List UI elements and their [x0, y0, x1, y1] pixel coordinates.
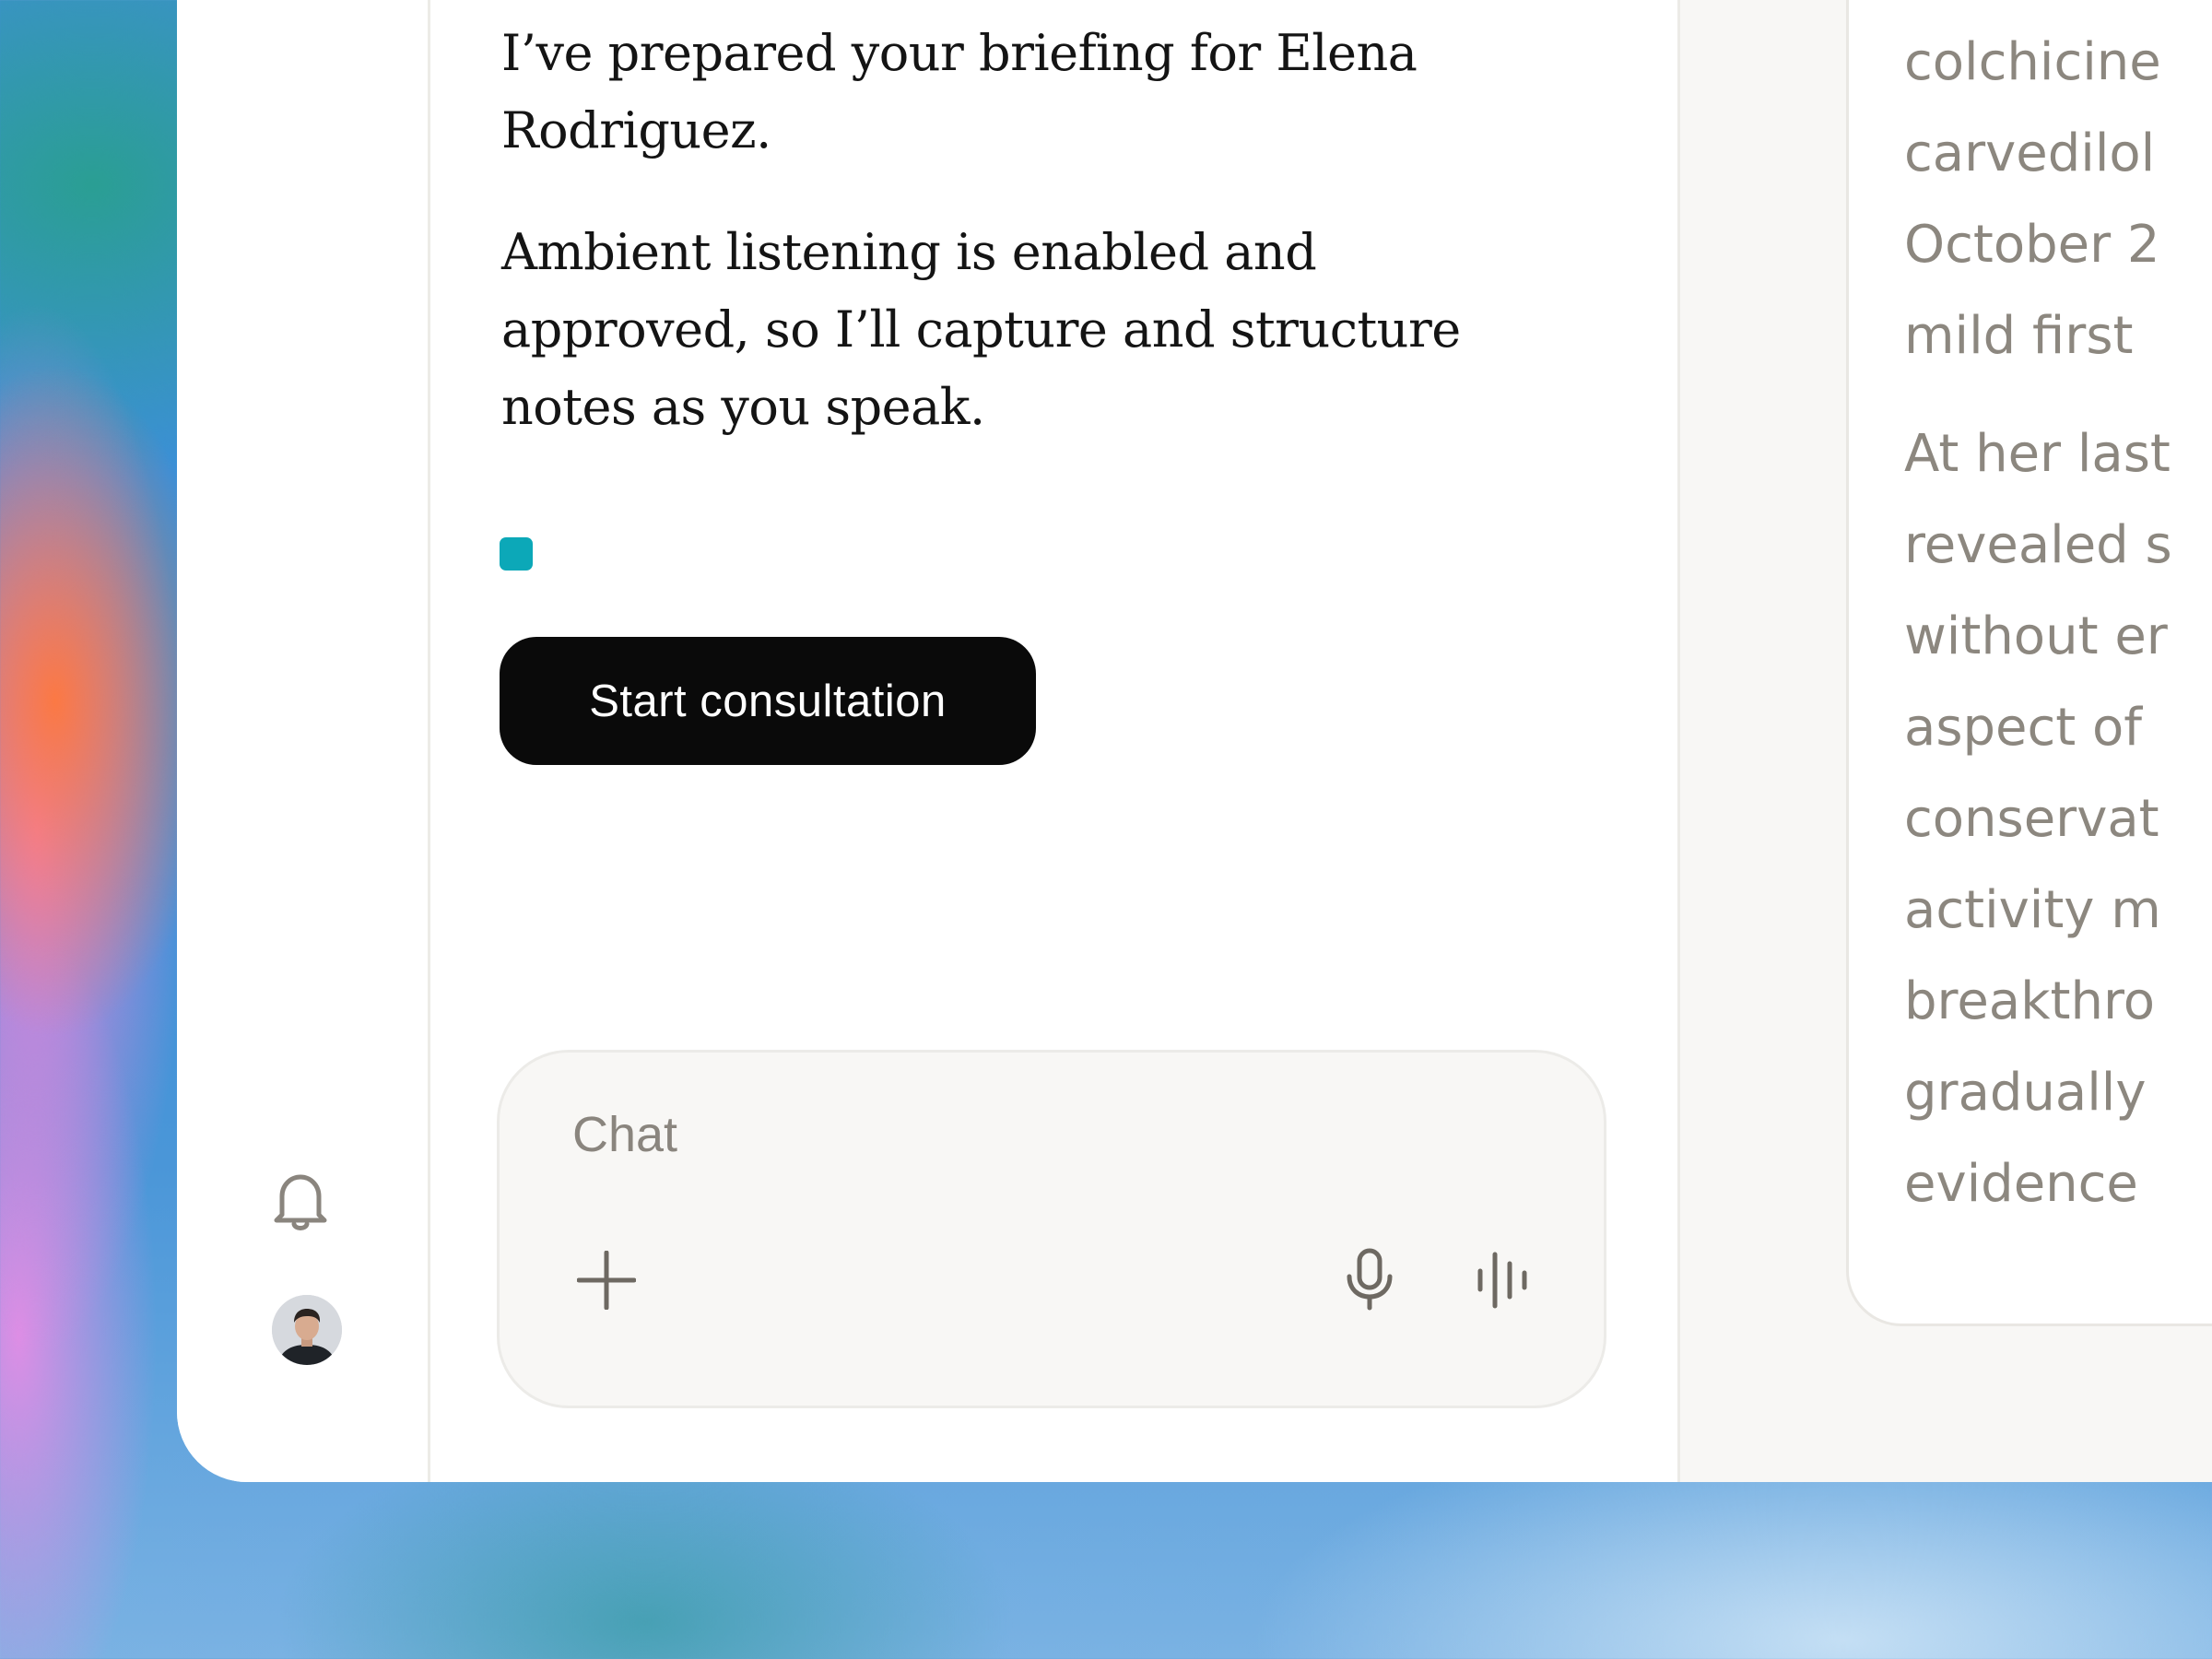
microphone-icon[interactable]	[1333, 1243, 1406, 1317]
briefing-line: colchicine	[1904, 32, 2161, 92]
avatar-portrait	[272, 1295, 342, 1365]
left-rail	[177, 0, 430, 1482]
microphone-icon-svg	[1347, 1248, 1393, 1311]
start-consultation-button[interactable]: Start consultation	[500, 637, 1036, 765]
listening-indicator	[500, 537, 533, 571]
briefing-line: breakthro	[1904, 971, 2156, 1031]
plus-icon[interactable]	[570, 1243, 643, 1317]
conversation-pane: I’ve prepared your briefing for Elena Ro…	[430, 0, 1680, 1482]
briefing-line: carvedilol	[1904, 124, 2156, 183]
briefing-line: revealed s	[1904, 515, 2172, 575]
bell-icon-svg	[274, 1174, 327, 1230]
briefing-line: October 2	[1904, 215, 2160, 275]
briefing-line: without er	[1904, 606, 2168, 666]
voice-waveform-icon-svg	[1477, 1252, 1527, 1309]
briefing-paragraph-2: At her last revealed s without er aspect…	[1904, 408, 2212, 1230]
app-window: I’ve prepared your briefing for Elena Ro…	[177, 0, 2212, 1482]
briefing-paragraph-1: 2025, and colchicine carvedilol October …	[1904, 0, 2212, 382]
assistant-message-briefing: I’ve prepared your briefing for Elena Ro…	[501, 24, 1418, 159]
briefing-card: 2025, and colchicine carvedilol October …	[1846, 0, 2212, 1326]
chat-composer	[497, 1050, 1606, 1408]
briefing-line: activity m	[1904, 880, 2161, 940]
briefing-line: mild first	[1904, 306, 2134, 366]
briefing-line: gradually	[1904, 1063, 2147, 1123]
briefing-line: 2025, and	[1904, 0, 2212, 17]
bell-icon[interactable]	[271, 1169, 330, 1233]
assistant-message-ambient: Ambient listening is enabled and approve…	[501, 223, 1461, 436]
briefing-line: At her last	[1904, 424, 2171, 484]
chat-input[interactable]	[571, 1097, 1496, 1172]
briefing-panel: 2025, and colchicine carvedilol October …	[1680, 0, 2212, 1482]
plus-icon-svg	[577, 1251, 636, 1310]
user-avatar[interactable]	[272, 1295, 342, 1365]
voice-waveform-icon[interactable]	[1465, 1243, 1539, 1317]
briefing-line: evidence	[1904, 1154, 2138, 1214]
briefing-line: aspect of	[1904, 698, 2143, 758]
briefing-line: conservat	[1904, 789, 2159, 849]
